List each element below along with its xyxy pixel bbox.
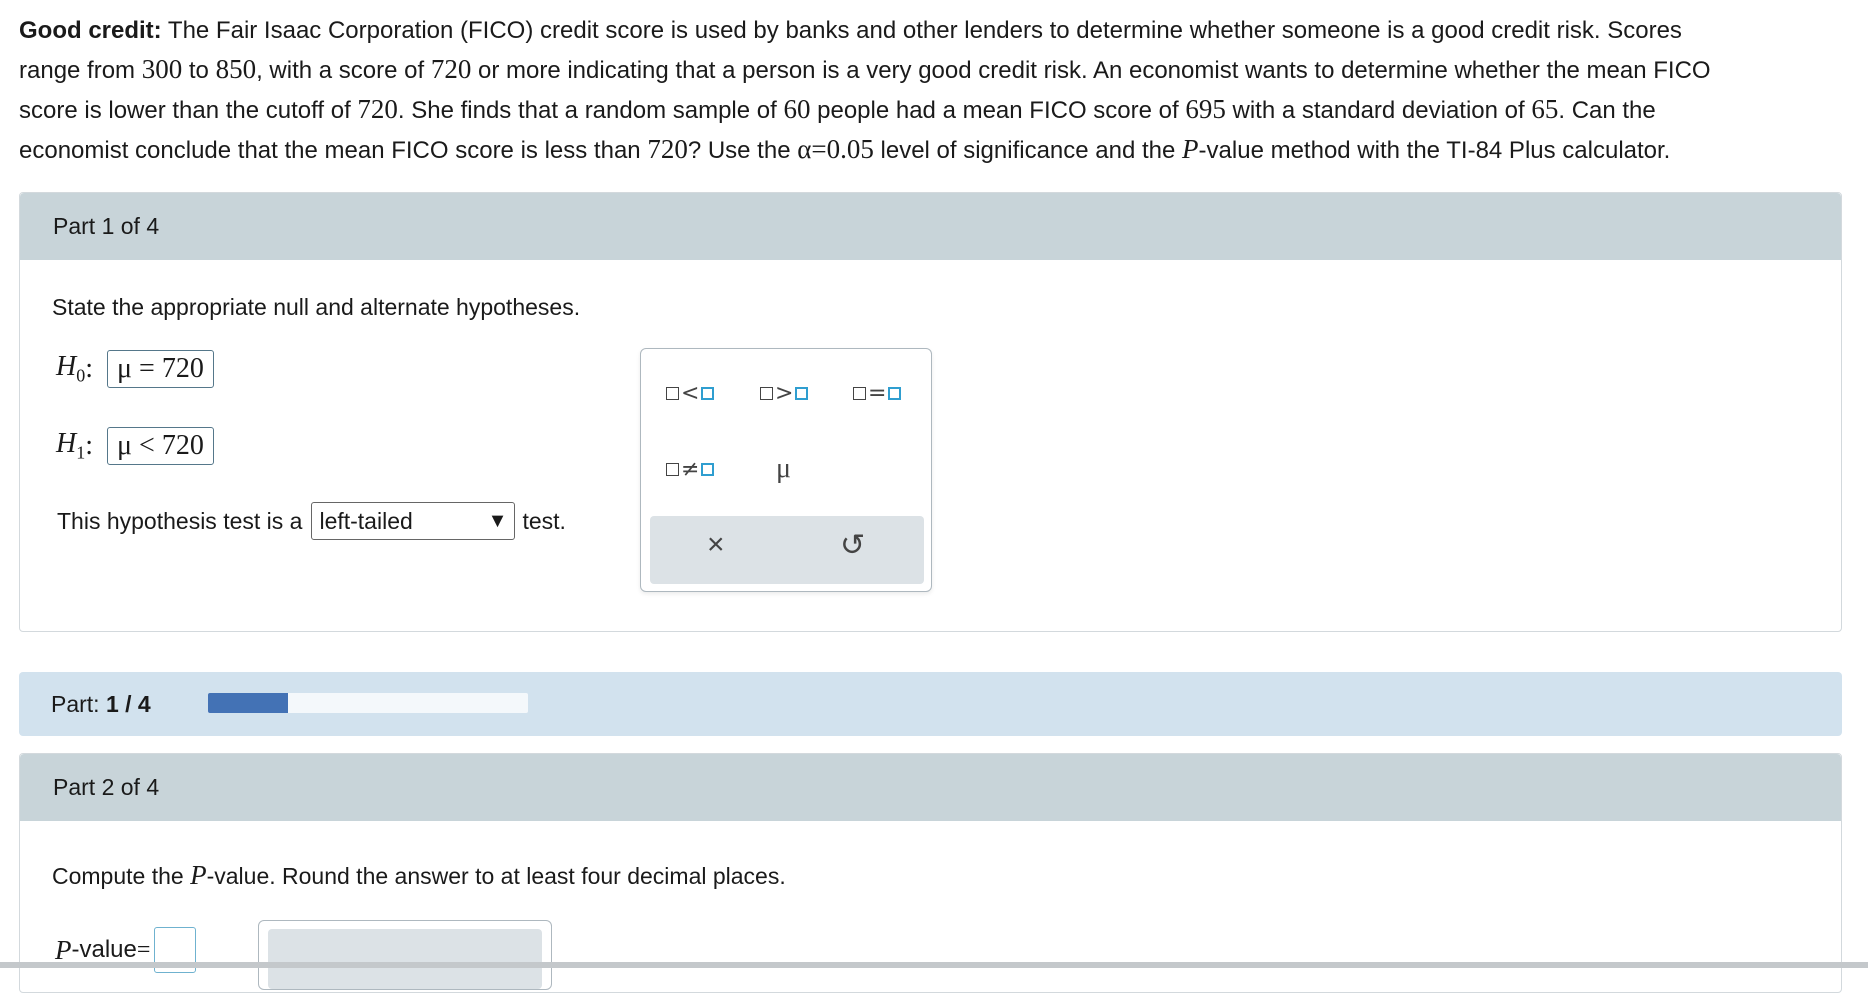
not-equal-button[interactable]: ≠ bbox=[666, 457, 715, 482]
h0-label: H0 bbox=[56, 351, 86, 386]
pvalue-palette bbox=[258, 920, 552, 990]
progress-fill bbox=[208, 693, 288, 713]
less-than-button[interactable]: < bbox=[666, 381, 715, 406]
greater-than-button[interactable]: > bbox=[760, 381, 809, 406]
equals-button[interactable]: = bbox=[853, 381, 902, 406]
h0-row: H0: μ = 720 bbox=[56, 350, 214, 388]
math-palette: < > = ≠ μ × ↺ bbox=[640, 348, 932, 592]
h1-label: H1 bbox=[56, 428, 86, 463]
h1-row: H1: μ < 720 bbox=[56, 427, 214, 465]
problem-lead: Good credit: bbox=[19, 17, 162, 44]
h0-answer-box[interactable]: μ = 720 bbox=[107, 350, 214, 388]
clear-icon[interactable]: × bbox=[707, 528, 725, 562]
pvalue-palette-footer bbox=[268, 929, 542, 989]
test-type-dropdown[interactable]: left-tailed ▼ bbox=[311, 502, 516, 540]
mu-button[interactable]: μ bbox=[776, 453, 791, 485]
test-type-row: This hypothesis test is a left-tailed ▼ … bbox=[57, 502, 566, 540]
part1-instruction: State the appropriate null and alternate… bbox=[52, 294, 581, 320]
progress-label: Part: 1 / 4 bbox=[51, 690, 151, 717]
progress-value: 1 / 4 bbox=[105, 690, 151, 717]
problem-statement: Good credit: The Fair Isaac Corporation … bbox=[19, 17, 1711, 164]
undo-icon[interactable]: ↺ bbox=[840, 528, 865, 563]
part1-header: Part 1 of 4 bbox=[20, 193, 1841, 260]
part2-header: Part 2 of 4 bbox=[20, 754, 1841, 821]
h1-answer-box[interactable]: μ < 720 bbox=[107, 427, 214, 465]
test-suffix: test. bbox=[522, 507, 566, 534]
dropdown-arrow-icon: ▼ bbox=[487, 509, 508, 532]
palette-footer: × ↺ bbox=[650, 516, 924, 584]
progress-bar: Part: 1 / 4 bbox=[19, 672, 1842, 736]
test-prefix: This hypothesis test is a bbox=[57, 507, 303, 534]
progress-track bbox=[208, 693, 528, 713]
test-type-value: left-tailed bbox=[319, 507, 413, 534]
part2-instruction: Compute the P-value. Round the answer to… bbox=[52, 860, 786, 890]
horizontal-scrollbar[interactable] bbox=[0, 962, 1868, 968]
